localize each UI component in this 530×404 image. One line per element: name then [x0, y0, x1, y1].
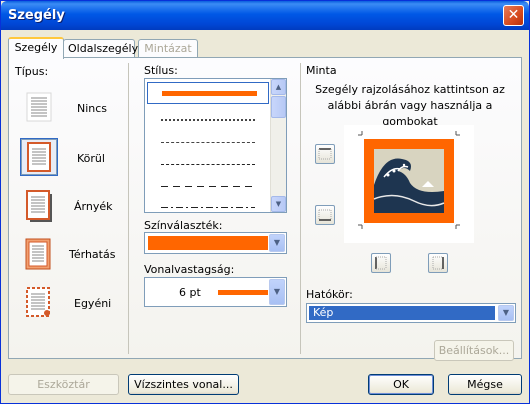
right-border-button[interactable]	[428, 253, 448, 273]
style-item-dash-long[interactable]	[161, 186, 255, 187]
style-item-dashed[interactable]	[161, 164, 255, 165]
style-item-dotted[interactable]	[161, 119, 255, 121]
separator-2	[300, 63, 301, 354]
width-value: 6 pt	[179, 286, 201, 299]
scroll-down-icon[interactable]: ▼	[271, 196, 286, 212]
borders-dialog: Szegély ✕ Oldalszegély Mintázat Szegély …	[0, 0, 530, 404]
preview-hint: Szegély rajzolásához kattintson az alább…	[315, 83, 505, 128]
style-item-dashed-fine[interactable]	[161, 142, 255, 143]
style-heading: Stílus:	[144, 64, 178, 77]
apply-to-heading: Hatókör:	[306, 288, 353, 301]
chevron-down-icon[interactable]: ▼	[269, 279, 285, 305]
top-border-button[interactable]	[315, 144, 335, 164]
chevron-down-icon[interactable]: ▼	[269, 234, 285, 252]
color-dropdown[interactable]: ▼	[144, 232, 287, 254]
separator-1	[128, 63, 129, 354]
setting-custom-icon[interactable]	[21, 285, 57, 321]
style-item-solid[interactable]	[147, 82, 269, 104]
options-button[interactable]: Beállítások...	[434, 340, 514, 361]
setting-shadow-label[interactable]: Árnyék	[74, 200, 112, 213]
apply-to-value: Kép	[309, 306, 495, 320]
tab-page-border[interactable]: Oldalszegély	[63, 39, 138, 59]
left-border-button[interactable]	[371, 253, 391, 273]
tab-shading: Mintázat	[138, 39, 198, 59]
style-item-dash-dot[interactable]	[161, 207, 255, 208]
toolbar-button[interactable]: Eszköztár	[8, 374, 119, 395]
close-icon: ✕	[507, 7, 520, 23]
ok-button[interactable]: OK	[368, 374, 434, 395]
setting-3d-label[interactable]: Térhatás	[69, 248, 115, 261]
setting-heading: Típus:	[15, 65, 49, 78]
setting-none-label[interactable]: Nincs	[77, 102, 107, 115]
preview-heading: Minta	[306, 64, 337, 77]
close-button[interactable]: ✕	[503, 5, 524, 26]
color-swatch	[148, 236, 268, 250]
window-title: Szegély	[8, 8, 65, 23]
bottom-border-button[interactable]	[315, 205, 335, 225]
title-bar[interactable]: Szegély ✕	[1, 1, 529, 30]
width-line-sample	[218, 290, 268, 295]
chevron-down-icon[interactable]: ▼	[498, 305, 514, 321]
scroll-up-icon[interactable]: ▲	[271, 79, 286, 95]
style-list[interactable]: ▲ ▼	[144, 78, 287, 213]
cancel-button[interactable]: Mégse	[448, 374, 522, 395]
width-heading: Vonalvastagság:	[144, 263, 235, 276]
color-heading: Színválaszték:	[144, 219, 223, 232]
setting-3d-icon[interactable]	[21, 236, 57, 272]
setting-box-icon[interactable]	[20, 138, 58, 176]
setting-custom-label[interactable]: Egyéni	[74, 297, 111, 310]
horizontal-line-button[interactable]: Vízszintes vonal...	[128, 374, 239, 395]
scroll-thumb[interactable]	[271, 96, 286, 118]
setting-shadow-icon[interactable]	[21, 188, 57, 224]
preview-area[interactable]	[344, 125, 474, 243]
tab-borders[interactable]: Szegély	[8, 37, 64, 59]
width-dropdown[interactable]: 6 pt ▼	[144, 277, 287, 307]
apply-to-dropdown[interactable]: Kép ▼	[306, 303, 516, 323]
style-scrollbar[interactable]: ▲ ▼	[270, 79, 286, 212]
setting-none-icon[interactable]	[21, 89, 57, 125]
setting-box-label[interactable]: Körül	[77, 152, 105, 165]
